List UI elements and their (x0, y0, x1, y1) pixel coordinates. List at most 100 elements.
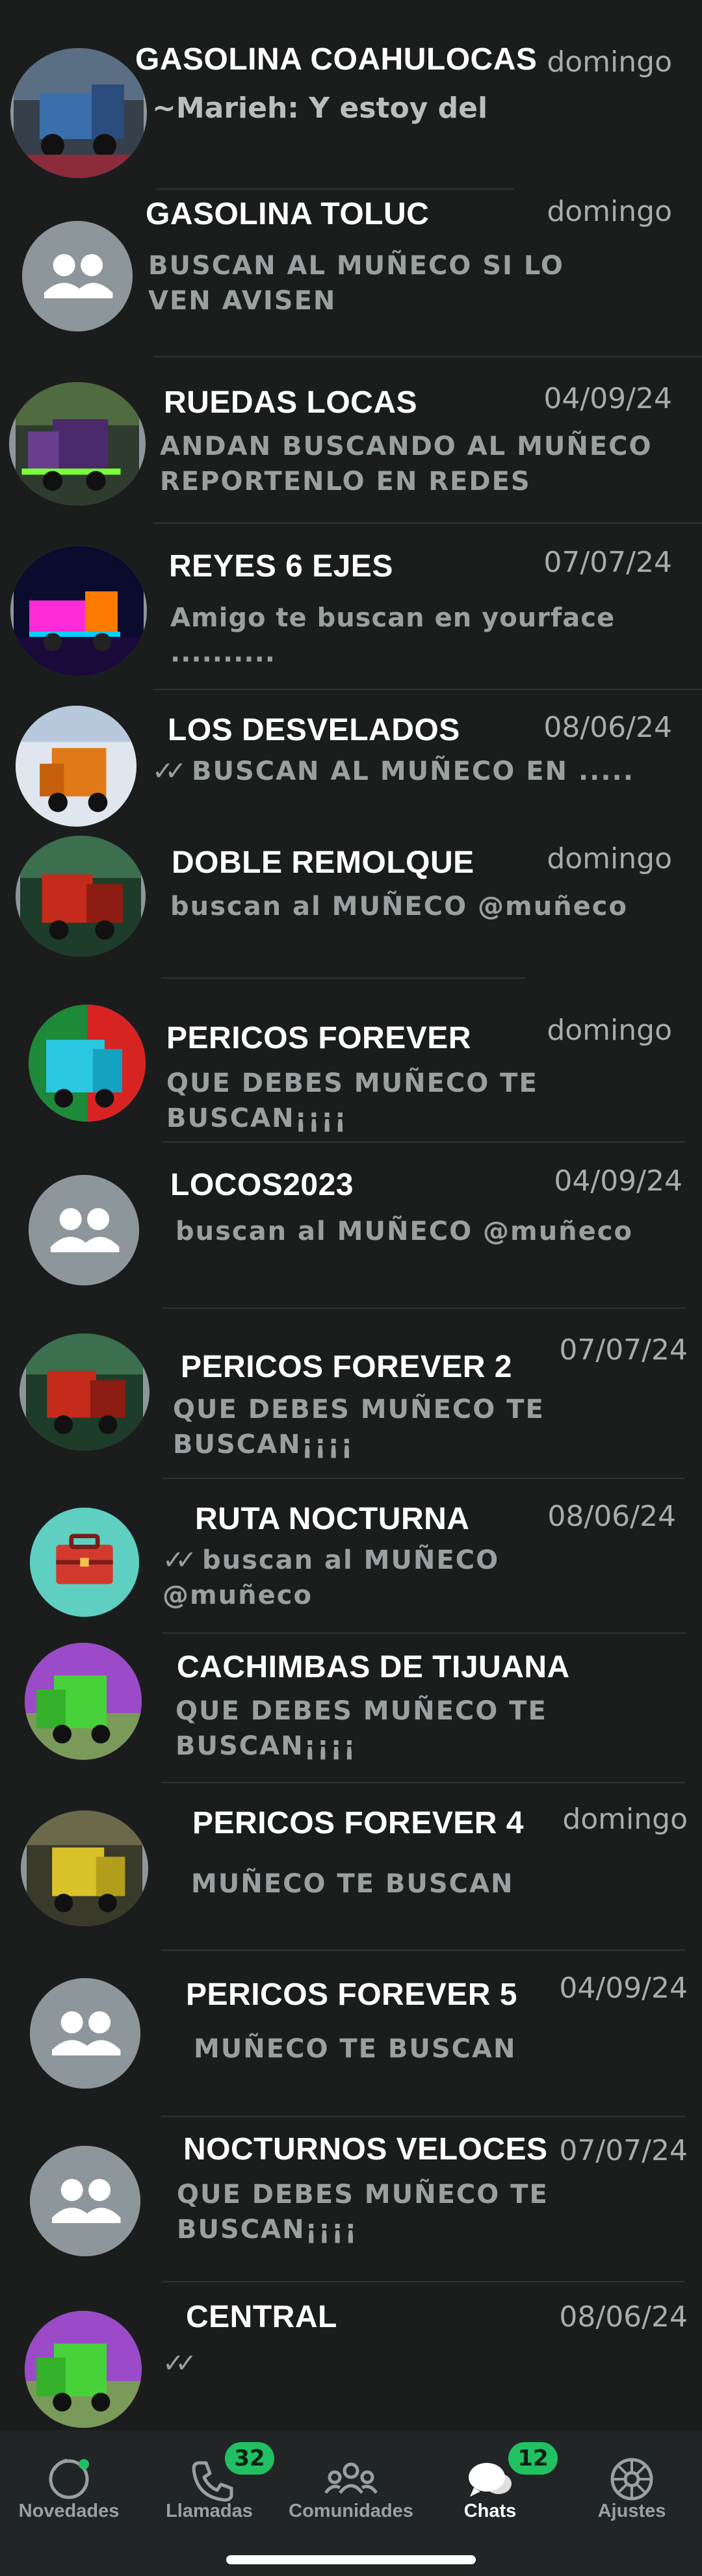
chat-preview: ✓✓ (162, 2346, 197, 2381)
chat-title: RUEDAS LOCAS (164, 385, 418, 420)
truck-neon-icon (14, 546, 144, 676)
chat-date: 08/06/24 (559, 2300, 688, 2334)
chat-row[interactable]: RUEDAS LOCAS 04/09/24 ANDAN BUSCANDO AL … (0, 356, 702, 522)
tab-label: Comunidades (289, 2501, 413, 2521)
chat-preview: ANDAN BUSCANDO AL MUÑECO REPORTENLO EN R… (160, 431, 653, 496)
group-icon (30, 1978, 140, 2089)
divider (161, 977, 525, 979)
chat-row[interactable]: PERICOS FOREVER 5 04/09/24 MUÑECO TE BUS… (0, 1950, 702, 2116)
truck-red-icon (20, 836, 141, 957)
chat-title: RUTA NOCTURNA (195, 1502, 470, 1536)
chat-avatar (29, 1175, 139, 1285)
tab-novedades[interactable]: Novedades (4, 2430, 134, 2528)
chat-row[interactable]: GASOLINA TOLUC domingo BUSCAN AL MUÑECO … (0, 188, 702, 357)
truck-yellow-icon (27, 1810, 142, 1926)
chat-preview: BUSCAN AL MUÑECO SI LO VEN AVISEN (148, 251, 564, 316)
chat-row[interactable]: CENTRAL 08/06/24 ✓✓ (0, 2281, 702, 2430)
missed-calls-badge: 32 (225, 2442, 274, 2475)
chat-preview: ~Marieh: Y estoy del (152, 92, 488, 125)
chat-title: PERICOS FOREVER 2 (181, 1350, 512, 1384)
chat-title: PERICOS FOREVER (166, 1021, 471, 1055)
chat-preview: QUE DEBES MUÑECO TE BUSCAN¡¡¡¡ (177, 2180, 549, 2245)
chat-title: GASOLINA COAHULOCAS (135, 42, 538, 77)
chat-row[interactable]: NOCTURNOS VELOCES 07/07/24 QUE DEBES MUÑ… (0, 2116, 702, 2282)
chat-row[interactable]: CACHIMBAS DE TIJUANA QUE DEBES MUÑECO TE… (0, 1632, 702, 1783)
chat-preview: buscan al MUÑECO @muñeco (176, 1217, 633, 1246)
chat-avatar (9, 382, 146, 506)
toolbox-icon (30, 1508, 139, 1617)
chat-preview-text: buscan al MUÑECO @muñeco (162, 1545, 500, 1610)
tab-bar: Novedades 32 Llamadas Comunidades 12 Cha… (0, 2430, 702, 2576)
chat-row[interactable]: PERICOS FOREVER 4 domingo MUÑECO TE BUSC… (0, 1782, 702, 1948)
truck-red-icon (26, 1333, 143, 1450)
tab-llamadas[interactable]: 32 Llamadas (144, 2430, 274, 2528)
chat-row[interactable]: PERICOS FOREVER domingo QUE DEBES MUÑECO… (0, 998, 702, 1144)
chat-avatar (16, 836, 146, 957)
chat-preview: MUÑECO TE BUSCAN (194, 2034, 517, 2064)
chat-title: NOCTURNOS VELOCES (183, 2132, 548, 2167)
chat-title: PERICOS FOREVER 5 (186, 1977, 517, 2012)
chat-avatar (25, 1643, 142, 1760)
chat-title: CACHIMBAS DE TIJUANA (177, 1650, 570, 1684)
chat-date: domingo (562, 1803, 688, 1836)
chat-date: domingo (547, 195, 672, 228)
read-ticks-icon: ✓✓ (162, 2349, 197, 2378)
chat-date: 07/07/24 (559, 2134, 688, 2167)
settings-icon (610, 2458, 653, 2501)
status-icon (49, 2458, 89, 2499)
chat-preview: ✓✓ BUSCAN AL MUÑECO EN ..... (152, 754, 634, 789)
chat-preview: QUE DEBES MUÑECO TE BUSCAN¡¡¡¡ (166, 1068, 538, 1133)
chat-avatar (22, 221, 133, 331)
chat-row[interactable]: REYES 6 EJES 07/07/24 Amigo te buscan en… (0, 522, 702, 689)
tab-chats[interactable]: 12 Chats (425, 2430, 558, 2528)
home-indicator (226, 2555, 476, 2564)
chat-preview: MUÑECO TE BUSCAN (191, 1869, 514, 1899)
group-icon (22, 221, 133, 331)
tab-comunidades[interactable]: Comunidades (286, 2430, 416, 2528)
chat-title: DOBLE REMOLQUE (172, 845, 474, 880)
chat-avatar (20, 1333, 150, 1450)
chat-row[interactable]: DOBLE REMOLQUE domingo buscan al MUÑECO … (0, 828, 702, 998)
chat-date: 07/07/24 (543, 546, 672, 579)
chat-avatar (10, 546, 147, 676)
chat-date: domingo (547, 1014, 672, 1047)
chat-row[interactable]: LOS DESVELADOS 08/06/24 ✓✓ BUSCAN AL MUÑ… (0, 689, 702, 828)
read-ticks-icon: ✓✓ (162, 1545, 197, 1575)
chat-avatar (16, 706, 136, 827)
chat-title: REYES 6 EJES (169, 549, 393, 584)
chat-date: 04/09/24 (559, 1972, 688, 2005)
chat-avatar (10, 48, 147, 178)
chat-avatar (30, 2146, 140, 2256)
chat-row[interactable]: RUTA NOCTURNA 08/06/24 ✓✓ buscan al MUÑE… (0, 1478, 702, 1644)
chat-date: 04/09/24 (543, 382, 672, 415)
unread-chats-badge: 12 (508, 2442, 558, 2475)
chat-preview: ✓✓ buscan al MUÑECO @muñeco (162, 1543, 656, 1613)
read-ticks-icon: ✓✓ (152, 756, 187, 786)
chat-row[interactable]: LOCOS2023 04/09/24 buscan al MUÑECO @muñ… (0, 1141, 702, 1307)
chat-preview: Amigo te buscan en yourface .......... (170, 603, 616, 668)
chat-preview: buscan al MUÑECO @muñeco (170, 892, 628, 921)
chat-date: 07/07/24 (559, 1333, 688, 1367)
chat-avatar (30, 1978, 140, 2089)
chat-title: LOCOS2023 (170, 1168, 354, 1202)
tab-ajustes[interactable]: Ajustes (567, 2430, 697, 2528)
chat-date: domingo (547, 842, 672, 875)
chat-date: domingo (547, 45, 672, 79)
chat-row[interactable]: PERICOS FOREVER 2 07/07/24 QUE DEBES MUÑ… (0, 1307, 702, 1478)
tab-label: Chats (463, 2501, 517, 2521)
chat-preview: QUE DEBES MUÑECO TE BUSCAN¡¡¡¡ (176, 1696, 547, 1761)
chat-date: 04/09/24 (554, 1165, 682, 1198)
chat-list: GASOLINA COAHULOCAS domingo ~Marieh: Y e… (0, 0, 702, 2430)
group-icon (30, 2146, 140, 2256)
chat-preview-text: BUSCAN AL MUÑECO EN ..... (191, 756, 634, 786)
group-icon (29, 1175, 139, 1285)
chat-avatar (30, 1508, 139, 1617)
tab-label: Novedades (18, 2501, 120, 2521)
chat-date: 08/06/24 (543, 711, 672, 744)
chat-avatar (21, 1810, 148, 1926)
tab-label: Ajustes (597, 2501, 666, 2521)
chat-date: 08/06/24 (547, 1500, 676, 1533)
tab-label: Llamadas (166, 2501, 253, 2521)
chat-row[interactable]: GASOLINA COAHULOCAS domingo ~Marieh: Y e… (0, 0, 702, 178)
truck-blue-icon (14, 48, 144, 178)
